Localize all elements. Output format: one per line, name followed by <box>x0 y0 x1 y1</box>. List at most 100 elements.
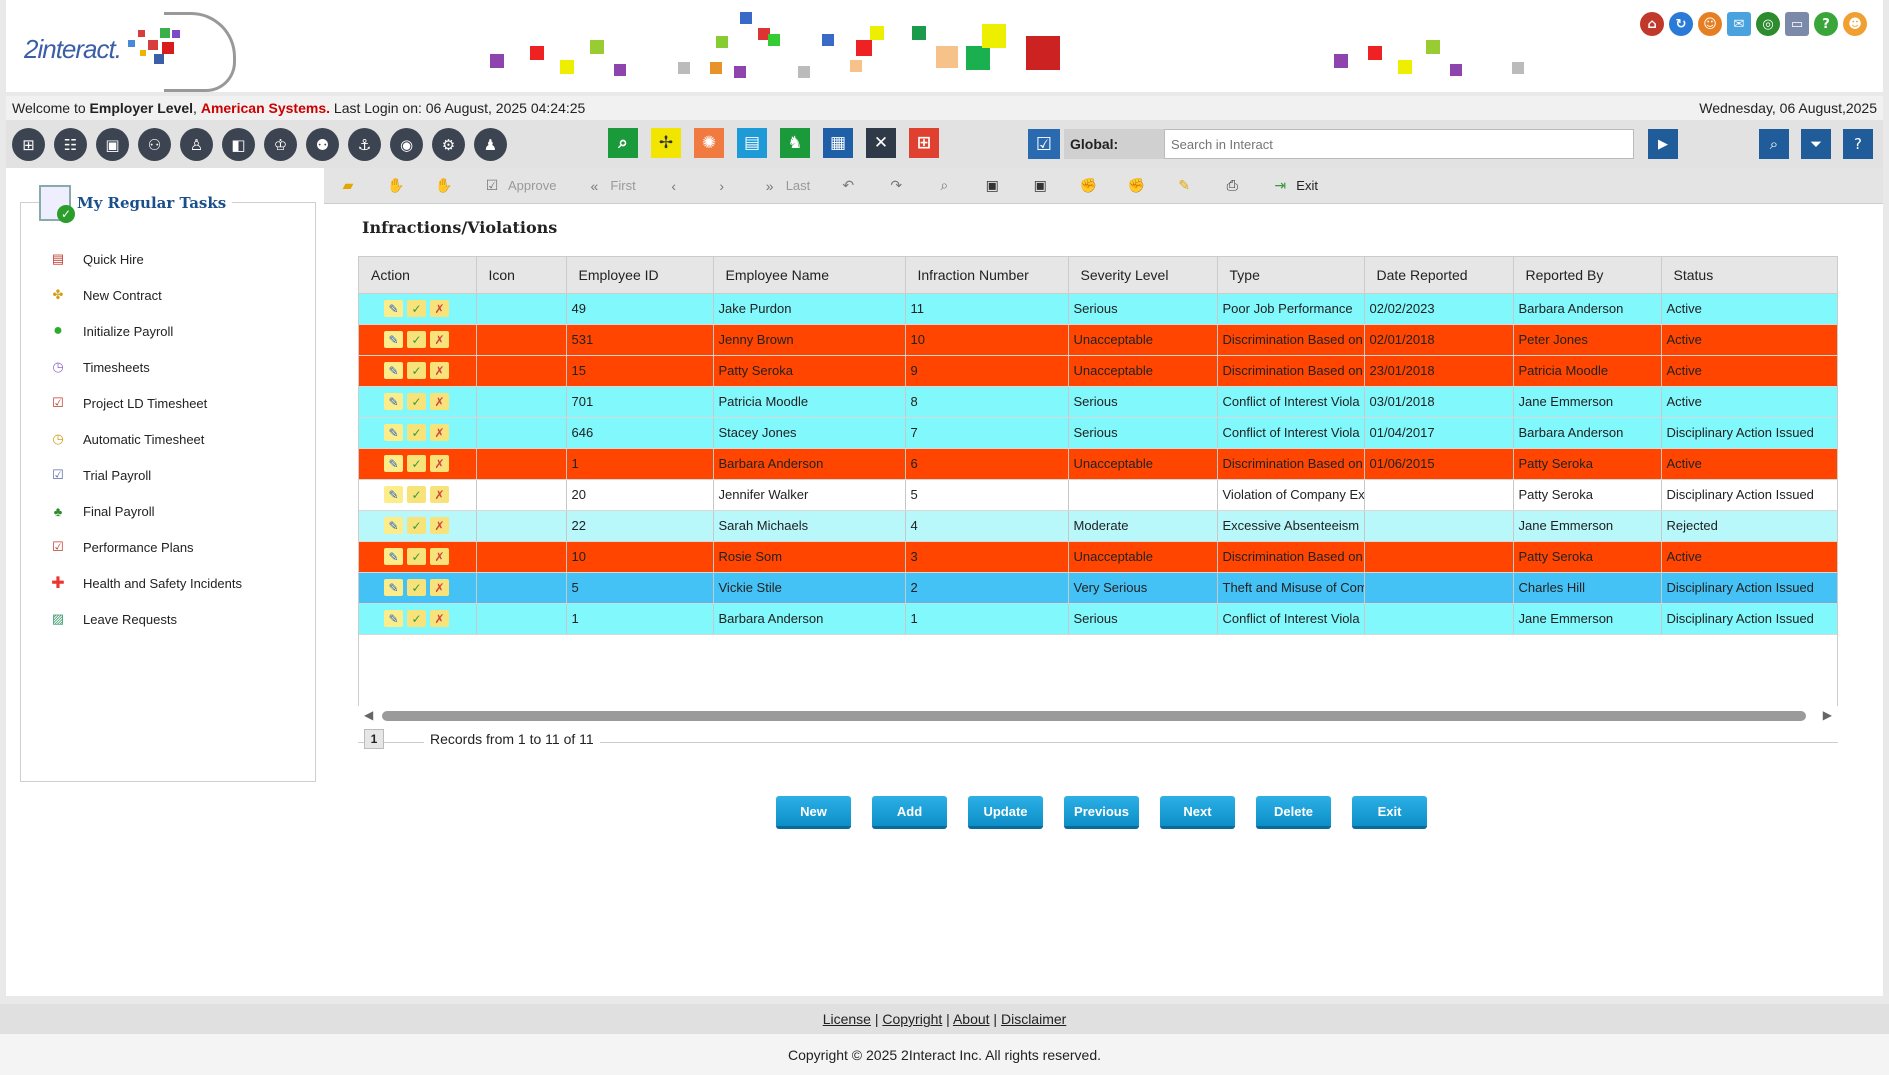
next-button[interactable]: Next <box>1160 796 1235 829</box>
edit-icon[interactable]: ✎ <box>384 548 403 565</box>
add-button[interactable]: Add <box>872 796 947 829</box>
tools-icon[interactable]: ✕ <box>866 128 896 158</box>
home-icon[interactable]: ⌂ <box>1640 12 1664 36</box>
delete-icon[interactable]: ✗ <box>430 362 449 379</box>
col-header[interactable]: Infraction Number <box>905 257 1069 294</box>
refresh-icon[interactable]: ↻ <box>1669 12 1693 36</box>
person-gear-icon[interactable]: ⚙ <box>432 128 465 161</box>
undo-button[interactable]: ↶ <box>838 176 858 196</box>
target-person-icon[interactable]: ◉ <box>390 128 423 161</box>
update-button[interactable]: Update <box>968 796 1043 829</box>
delete-icon[interactable]: ✗ <box>430 548 449 565</box>
user-icon[interactable]: ☺ <box>1698 12 1722 36</box>
col-header[interactable]: Severity Level <box>1068 257 1218 294</box>
print-icon[interactable]: ▤ <box>737 128 767 158</box>
presentation-icon[interactable]: ▦ <box>823 128 853 158</box>
col-header[interactable]: Status <box>1661 257 1837 294</box>
table-row[interactable]: ✎ ✓ ✗ 15 Patty Seroka 9 Unacceptable Discrimina… <box>359 355 1837 387</box>
col-header[interactable]: Type <box>1217 257 1365 294</box>
view-icon[interactable]: ✓ <box>407 517 426 534</box>
edit-icon[interactable]: ✎ <box>384 455 403 472</box>
edit-icon[interactable]: ✎ <box>384 610 403 627</box>
redo-button[interactable]: ↷ <box>886 176 906 196</box>
people-icon[interactable]: ♔ <box>264 128 297 161</box>
global-search-input[interactable] <box>1164 129 1634 159</box>
task-leave-requests[interactable]: ▨ Leave Requests <box>47 601 242 637</box>
view-icon[interactable]: ✓ <box>407 579 426 596</box>
prev-button[interactable]: ‹ <box>664 176 684 196</box>
delete-icon[interactable]: ✗ <box>430 393 449 410</box>
table-row[interactable]: ✎ ✓ ✗ 22 Sarah Michaels 4 Moderate Excessive Ab… <box>359 510 1837 542</box>
delete-button[interactable]: Delete <box>1256 796 1331 829</box>
group-icon[interactable]: ☷ <box>54 128 87 161</box>
org-chart-icon[interactable]: ⊞ <box>12 128 45 161</box>
col-header[interactable]: Employee Name <box>713 257 906 294</box>
table-row[interactable]: ✎ ✓ ✗ 646 Stacey Jones 7 Serious Conflict of In… <box>359 417 1837 449</box>
col-header[interactable]: Reported By <box>1513 257 1662 294</box>
delete-icon[interactable]: ✗ <box>430 424 449 441</box>
globe-icon[interactable]: ◎ <box>1756 12 1780 36</box>
view-icon[interactable]: ✓ <box>407 362 426 379</box>
person-icon[interactable]: ♙ <box>180 128 213 161</box>
about-link[interactable]: About <box>953 1011 990 1027</box>
edit-icon[interactable]: ✎ <box>384 393 403 410</box>
open-folder-button[interactable]: ▰ <box>338 176 358 196</box>
table-row[interactable]: ✎ ✓ ✗ 10 Rosie Som 3 Unacceptable Discriminatio… <box>359 541 1837 573</box>
col-header[interactable]: Date Reported <box>1364 257 1514 294</box>
table-row[interactable]: ✎ ✓ ✗ 1 Barbara Anderson 6 Unacceptable Discrim… <box>359 448 1837 480</box>
pair-icon[interactable]: ⚉ <box>306 128 339 161</box>
task-project-ld-timesheet[interactable]: ☑ Project LD Timesheet <box>47 385 242 421</box>
hand-button[interactable]: ✋ <box>386 176 406 196</box>
person-run-icon[interactable]: ♞ <box>780 128 810 158</box>
disclaimer-link[interactable]: Disclaimer <box>1001 1011 1066 1027</box>
grid-icon[interactable]: ⊞ <box>909 128 939 158</box>
team-icon[interactable]: ⚇ <box>138 128 171 161</box>
thumbs-down-button[interactable]: ✊ <box>1126 176 1146 196</box>
table-row[interactable]: ✎ ✓ ✗ 20 Jennifer Walker 5 Violation of Compan… <box>359 479 1837 511</box>
table-row[interactable]: ✎ ✓ ✗ 701 Patricia Moodle 8 Serious Conflict of… <box>359 386 1837 418</box>
scroll-thumb[interactable] <box>382 711 1806 721</box>
mail-icon[interactable]: ✉ <box>1727 12 1751 36</box>
previous-button[interactable]: Previous <box>1064 796 1139 829</box>
delete-icon[interactable]: ✗ <box>430 486 449 503</box>
table-row[interactable]: ✎ ✓ ✗ 49 Jake Purdon 11 Serious Poor Job Perfor… <box>359 293 1837 325</box>
col-header[interactable]: Action <box>359 257 477 294</box>
thumbs-up-button[interactable]: ✊ <box>1078 176 1098 196</box>
edit-icon[interactable]: ✎ <box>384 300 403 317</box>
delete-icon[interactable]: ✗ <box>430 579 449 596</box>
delete-icon[interactable]: ✗ <box>430 300 449 317</box>
task-health-safety[interactable]: ✚ Health and Safety Incidents <box>47 565 242 601</box>
table-row[interactable]: ✎ ✓ ✗ 531 Jenny Brown 10 Unacceptable Discrimin… <box>359 324 1837 356</box>
save-button[interactable]: ▣ <box>982 176 1002 196</box>
document-person-icon[interactable]: ◧ <box>222 128 255 161</box>
table-row[interactable]: ✎ ✓ ✗ 5 Vickie Stile 2 Very Serious Theft and M… <box>359 572 1837 604</box>
horizontal-scrollbar[interactable]: ◀ ▶ <box>358 706 1838 724</box>
edit-icon[interactable]: ✎ <box>384 331 403 348</box>
first-button[interactable]: « First <box>584 176 636 196</box>
view-icon[interactable]: ✓ <box>407 424 426 441</box>
task-automatic-timesheet[interactable]: ◷ Automatic Timesheet <box>47 421 242 457</box>
next-arrow-button[interactable]: › <box>712 176 732 196</box>
zoom-icon[interactable]: ⌕ <box>1759 129 1789 159</box>
search-icon[interactable]: ⌕ <box>608 128 638 158</box>
approve-button[interactable]: ☑ Approve <box>482 176 557 196</box>
license-link[interactable]: License <box>823 1011 871 1027</box>
preview-button[interactable]: ⌕ <box>934 176 954 196</box>
task-new-contract[interactable]: ✤ New Contract <box>47 277 242 313</box>
logout-user-icon[interactable]: ☻ <box>1843 12 1867 36</box>
new-button[interactable]: New <box>776 796 851 829</box>
delete-icon[interactable]: ✗ <box>430 517 449 534</box>
view-icon[interactable]: ✓ <box>407 548 426 565</box>
col-header[interactable]: Icon <box>476 257 567 294</box>
task-initialize-payroll[interactable]: ● Initialize Payroll <box>47 313 242 349</box>
global-check-icon[interactable]: ☑ <box>1028 129 1060 159</box>
print-button[interactable]: ⎙ <box>1222 176 1242 196</box>
edit-icon[interactable]: ✎ <box>384 362 403 379</box>
search-go-icon[interactable]: ▶ <box>1648 129 1678 159</box>
edit-icon[interactable]: ✎ <box>384 424 403 441</box>
edit-icon[interactable]: ✎ <box>384 486 403 503</box>
col-header[interactable]: Employee ID <box>566 257 714 294</box>
logo[interactable]: 2interact. <box>16 12 236 92</box>
hand-disabled-button[interactable]: ✋ <box>434 176 454 196</box>
id-badge-icon[interactable]: ▣ <box>96 128 129 161</box>
